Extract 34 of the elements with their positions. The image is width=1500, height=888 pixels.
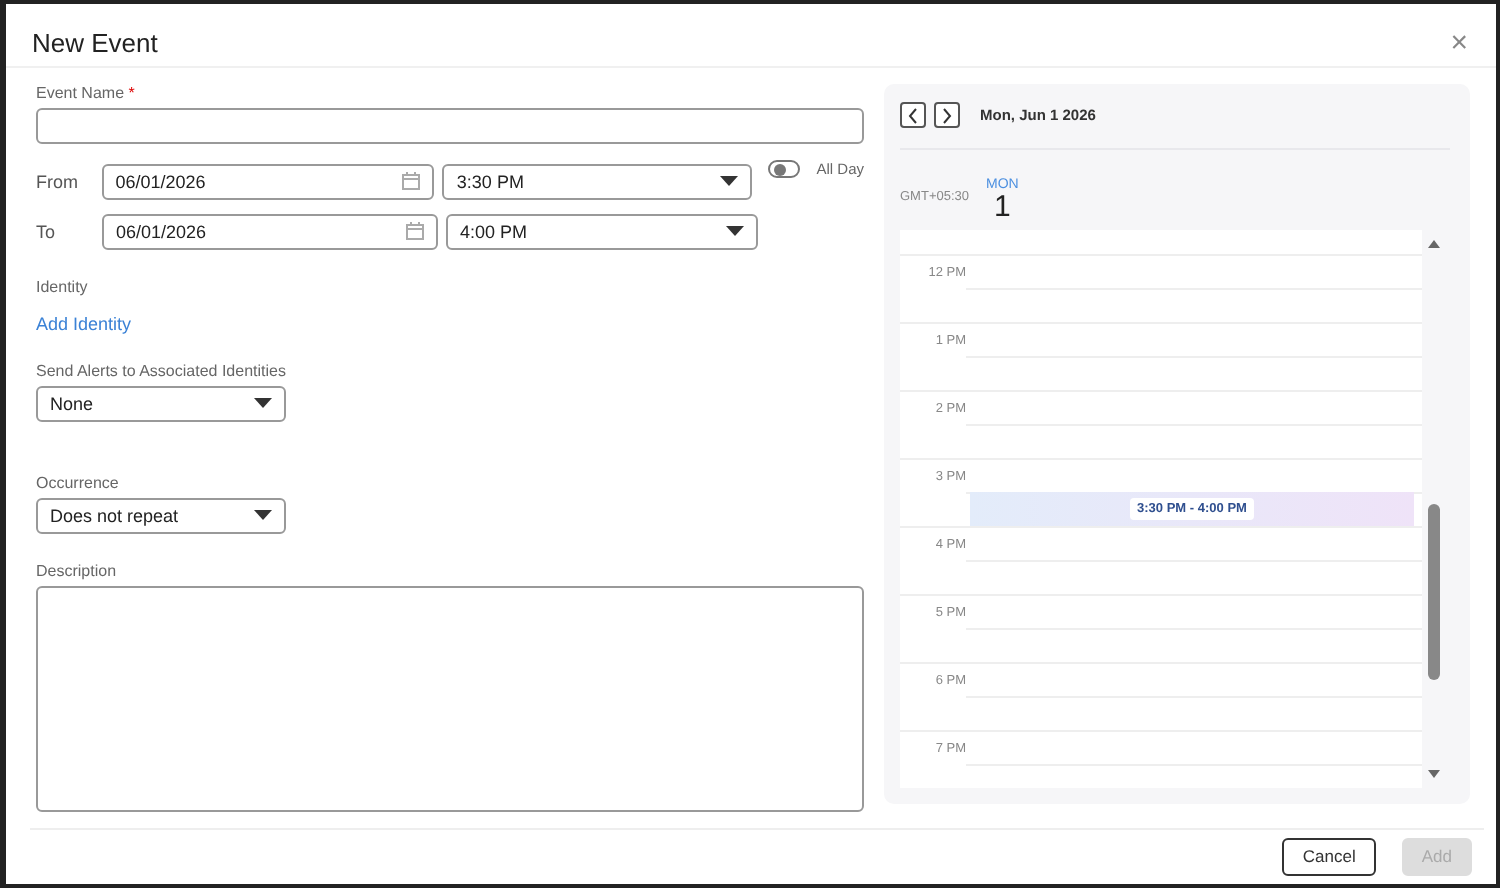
calendar-icon — [402, 172, 421, 191]
field-label: Identity — [36, 277, 90, 296]
caret-icon — [254, 398, 272, 409]
next-button[interactable] — [934, 102, 960, 129]
date-field[interactable]: 06/01/2026 — [101, 163, 435, 200]
all-day-toggle[interactable] — [768, 159, 801, 178]
description-field[interactable] — [36, 585, 864, 812]
field-label: Occurrence — [36, 473, 121, 492]
field-label: Event Name * — [36, 83, 137, 102]
time-dropdown[interactable]: 4:00 PM — [446, 213, 758, 250]
cancel-button[interactable]: Cancel — [1282, 837, 1376, 876]
day-number: 1 — [994, 191, 1011, 222]
chevron-right-icon — [942, 107, 952, 124]
caret-icon — [720, 176, 739, 187]
scrollbar-thumb[interactable] — [1428, 503, 1440, 680]
previous-button[interactable] — [900, 102, 926, 129]
occurrence-dropdown[interactable]: Does not repeat — [36, 497, 286, 534]
caret-icon — [726, 226, 744, 237]
calendar-icon — [406, 222, 424, 241]
event-name-field[interactable] — [36, 107, 864, 144]
scroll-up-icon — [1428, 239, 1440, 248]
field-label: Send Alerts to Associated Identities — [36, 361, 288, 380]
row-label: To — [36, 221, 58, 242]
dialog-title: New Event — [32, 28, 158, 59]
row-label: From — [36, 171, 80, 192]
add-identity-link[interactable]: Add Identity — [36, 313, 132, 334]
chevron-left-icon — [908, 107, 918, 124]
date-field[interactable]: 06/01/2026 — [102, 213, 438, 250]
scroll-down-icon — [1428, 769, 1440, 778]
time-dropdown[interactable]: 3:30 PM — [442, 163, 753, 200]
alerts-dropdown[interactable]: None — [36, 385, 286, 422]
caret-icon — [254, 510, 272, 521]
close-button[interactable]: × — [1446, 28, 1472, 59]
field-label: Description — [36, 561, 119, 580]
